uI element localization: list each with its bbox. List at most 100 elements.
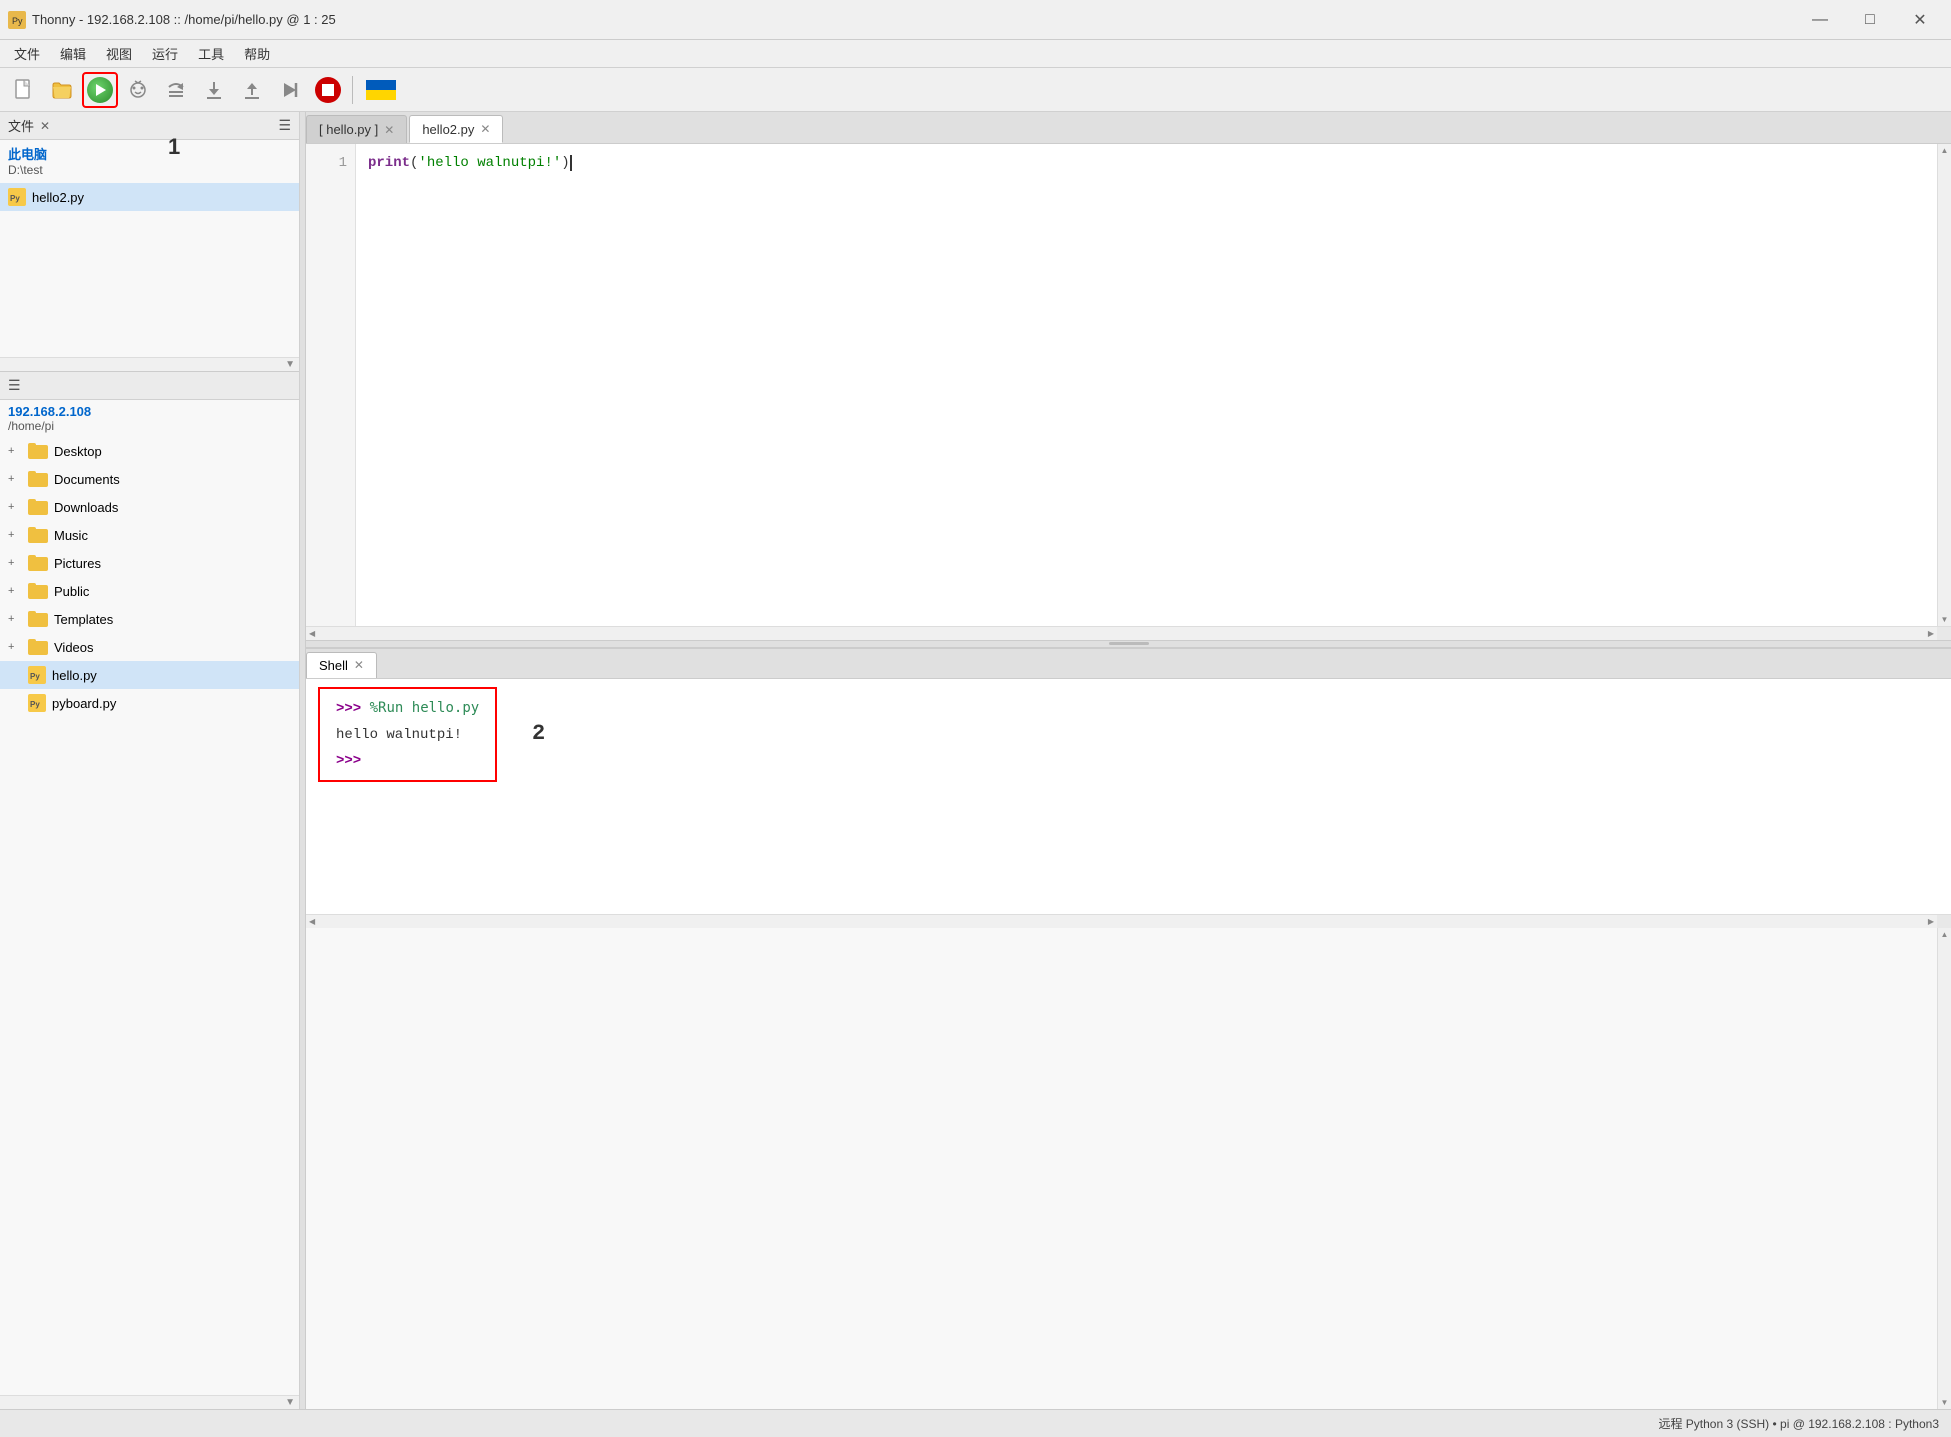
step-out-button[interactable]	[234, 72, 270, 108]
menu-help[interactable]: 帮助	[234, 42, 280, 65]
hscroll-left-arrow[interactable]: ◀	[306, 627, 318, 640]
menu-tools[interactable]: 工具	[188, 42, 234, 65]
resize-grip	[1109, 642, 1149, 645]
folder-name: Templates	[54, 612, 113, 627]
open-button[interactable]	[44, 72, 80, 108]
expand-icon: +	[8, 613, 22, 625]
local-panel-close[interactable]: ✕	[40, 119, 50, 133]
tab-close-icon[interactable]: ✕	[480, 122, 490, 136]
local-panel-title: 文件	[8, 116, 34, 135]
title-bar: Py Thonny - 192.168.2.108 :: /home/pi/he…	[0, 0, 1951, 40]
shell-hscroll-right[interactable]: ▶	[1925, 915, 1937, 928]
editor-tab-bar: [ hello.py ] ✕ hello2.py ✕	[306, 112, 1951, 144]
shell-hscroll-track[interactable]	[318, 915, 1925, 928]
step-over-button[interactable]	[158, 72, 194, 108]
run-icon	[87, 77, 113, 103]
folder-icon	[28, 611, 48, 627]
vscroll-up-arrow[interactable]: ▲	[1938, 144, 1951, 157]
close-button[interactable]: ✕	[1897, 4, 1943, 36]
menu-view[interactable]: 视图	[96, 42, 142, 65]
local-panel-header: 文件 ✕ ☰	[0, 112, 299, 140]
menu-bar: 文件 编辑 视图 运行 工具 帮助	[0, 40, 1951, 68]
svg-text:Py: Py	[10, 194, 20, 203]
remote-file-hellopy[interactable]: + Py hello.py	[0, 661, 299, 689]
editor-shell-resize-handle[interactable]	[306, 640, 1951, 648]
menu-run[interactable]: 运行	[142, 42, 188, 65]
py-file-icon: Py	[8, 188, 26, 206]
remote-folder-pictures[interactable]: + Pictures	[0, 549, 299, 577]
remote-file-pyboardpy[interactable]: + Py pyboard.py	[0, 689, 299, 717]
below-shell-area: ▲ ▼	[306, 928, 1951, 1410]
remote-folder-public[interactable]: + Public	[0, 577, 299, 605]
editor-area[interactable]: 1 print('hello walnutpi!') ▲ ▼	[306, 144, 1951, 626]
maximize-button[interactable]: □	[1847, 4, 1893, 36]
stop-button[interactable]	[310, 72, 346, 108]
shell-line-1: >>> %Run hello.py	[336, 697, 479, 720]
tab-hello-py-bracket[interactable]: [ hello.py ] ✕	[306, 115, 407, 143]
title-text: Thonny - 192.168.2.108 :: /home/pi/hello…	[32, 12, 336, 27]
tab-hello2-py[interactable]: hello2.py ✕	[409, 115, 503, 143]
new-file-icon	[13, 79, 35, 101]
shell-hscrollbar[interactable]: ◀ ▶	[306, 914, 1951, 928]
stop-icon	[315, 77, 341, 103]
string-literal: 'hello walnutpi!'	[418, 152, 561, 174]
vscroll-down-arrow[interactable]: ▼	[1938, 613, 1951, 626]
editor-hscrollbar[interactable]: ◀ ▶	[306, 626, 1951, 640]
tab-label: [ hello.py ]	[319, 122, 378, 137]
shell-content[interactable]: >>> %Run hello.py hello walnutpi! >>> 2	[306, 679, 1951, 914]
local-panel-menu-icon[interactable]: ☰	[278, 117, 291, 134]
title-bar-left: Py Thonny - 192.168.2.108 :: /home/pi/he…	[8, 11, 336, 29]
local-file-hello2py[interactable]: Py hello2.py	[0, 183, 299, 211]
local-location-title[interactable]: 此电脑	[8, 144, 291, 163]
ukraine-flag-button[interactable]	[359, 72, 403, 108]
remote-folder-desktop[interactable]: + Desktop	[0, 437, 299, 465]
tab-close-icon[interactable]: ✕	[384, 123, 394, 137]
code-content[interactable]: print('hello walnutpi!')	[356, 144, 1937, 626]
shell-output-text: hello walnutpi!	[336, 727, 462, 743]
remote-folder-documents[interactable]: + Documents	[0, 465, 299, 493]
remote-panel-hscroll[interactable]: ▼	[0, 1395, 299, 1409]
shell-vscroll-down[interactable]: ▼	[1938, 1396, 1951, 1409]
editor-vscrollbar[interactable]: ▲ ▼	[1937, 144, 1951, 626]
panel-header-left: 文件 ✕	[8, 116, 50, 135]
remote-folder-music[interactable]: + Music	[0, 521, 299, 549]
run-button[interactable]	[82, 72, 118, 108]
debug-button[interactable]	[120, 72, 156, 108]
folder-icon	[28, 471, 48, 487]
status-text: 远程 Python 3 (SSH) • pi @ 192.168.2.108 :…	[1658, 1415, 1939, 1432]
step-into-button[interactable]	[196, 72, 232, 108]
expand-icon: +	[8, 585, 22, 597]
new-file-button[interactable]	[6, 72, 42, 108]
line-numbers: 1	[306, 144, 356, 626]
remote-folder-videos[interactable]: + Videos	[0, 633, 299, 661]
resume-button[interactable]	[272, 72, 308, 108]
vscroll-track[interactable]	[1938, 157, 1951, 613]
hscroll-track[interactable]	[318, 627, 1925, 640]
remote-folder-templates[interactable]: + Templates	[0, 605, 299, 633]
minimize-button[interactable]: —	[1797, 4, 1843, 36]
remote-file-panel: ☰ 192.168.2.108 /home/pi + Desktop	[0, 372, 299, 1409]
expand-icon: +	[8, 557, 22, 569]
ukraine-flag-icon	[366, 80, 396, 100]
shell-vscroll-track[interactable]	[1938, 941, 1951, 1397]
shell-hscroll-left[interactable]: ◀	[306, 915, 318, 928]
shell-output-box: >>> %Run hello.py hello walnutpi! >>> 2	[318, 687, 497, 782]
hscroll-right-arrow[interactable]: ▶	[1925, 627, 1937, 640]
remote-location: 192.168.2.108 /home/pi	[0, 400, 299, 437]
remote-location-title[interactable]: 192.168.2.108	[8, 404, 291, 419]
shell-tab[interactable]: Shell ✕	[306, 652, 377, 678]
local-panel-hscroll[interactable]: ▼	[0, 357, 299, 371]
shell-tab-close-icon[interactable]: ✕	[354, 658, 364, 672]
shell-vscroll-up[interactable]: ▲	[1938, 928, 1951, 941]
menu-edit[interactable]: 编辑	[50, 42, 96, 65]
remote-panel-menu-icon[interactable]: ☰	[8, 377, 21, 394]
keyword-print: print	[368, 152, 410, 174]
svg-text:Py: Py	[12, 16, 23, 26]
menu-file[interactable]: 文件	[4, 42, 50, 65]
shell-tab-label: Shell	[319, 658, 348, 673]
annotation-badge-2: 2	[532, 723, 545, 745]
shell-vscrollbar[interactable]: ▲ ▼	[1937, 928, 1951, 1410]
remote-folder-downloads[interactable]: + Downloads	[0, 493, 299, 521]
py-file-icon: Py	[28, 694, 46, 712]
folder-name: Pictures	[54, 556, 101, 571]
